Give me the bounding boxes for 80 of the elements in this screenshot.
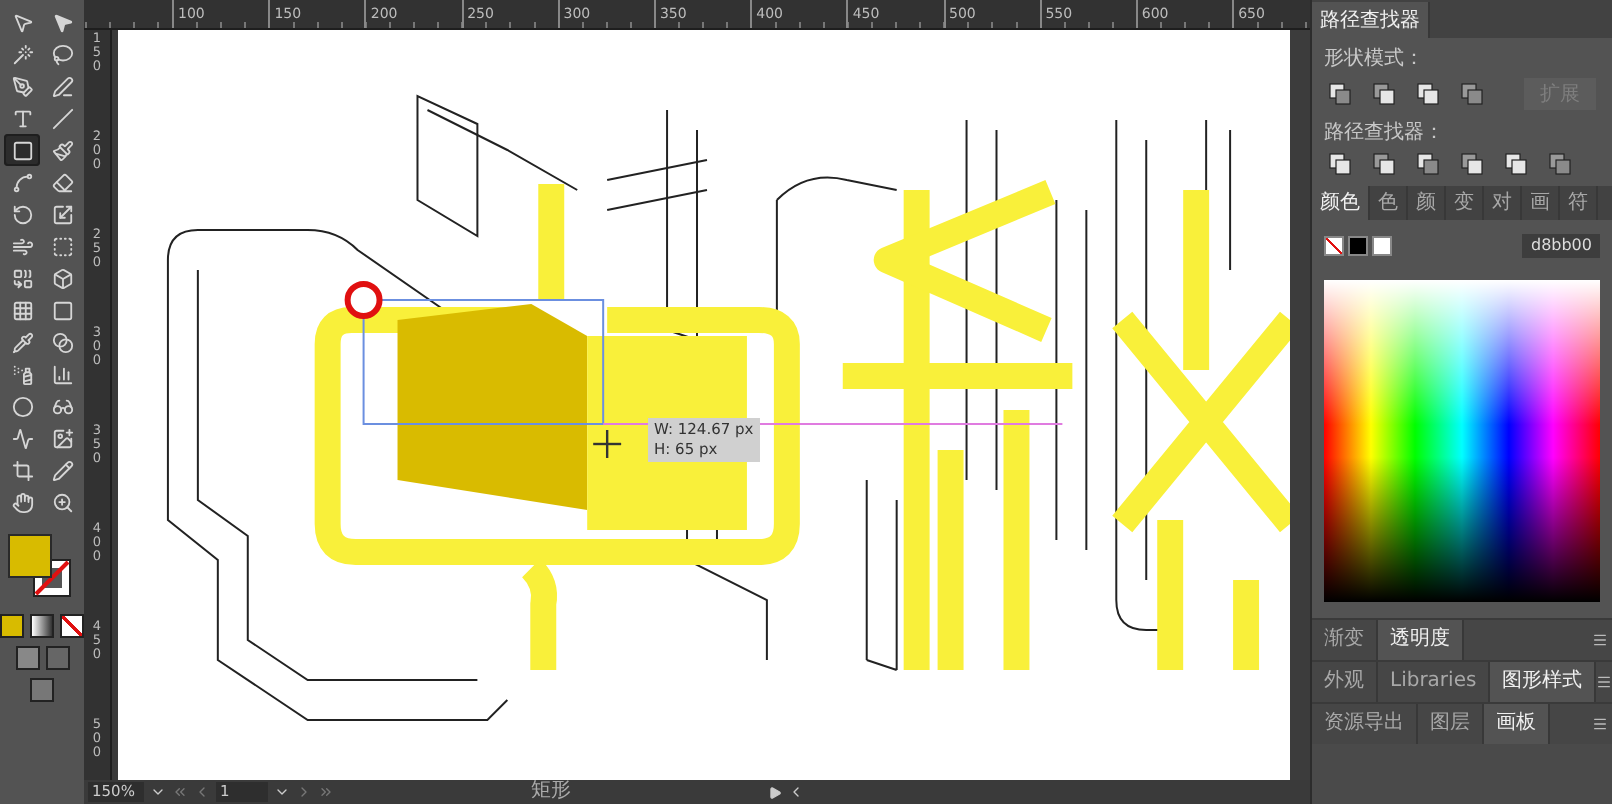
dashed-square-icon — [51, 235, 73, 257]
pathfinder-icon[interactable] — [1328, 152, 1352, 176]
pathfinder-icon[interactable] — [1372, 82, 1396, 106]
tool-button[interactable] — [4, 134, 40, 166]
panel-tab[interactable]: 色 — [1370, 186, 1408, 220]
last-icon[interactable] — [318, 784, 334, 800]
previous-icon[interactable] — [194, 784, 210, 800]
vertical-scrollbar[interactable] — [1290, 30, 1310, 780]
panel-tab[interactable]: 图形样式 — [1490, 662, 1597, 702]
pathfinder-icon[interactable] — [1328, 82, 1352, 106]
eraser-icon — [51, 171, 73, 193]
panel-tab[interactable]: 对 — [1484, 186, 1522, 220]
pathfinder-icon[interactable] — [1416, 152, 1440, 176]
first-icon[interactable] — [172, 784, 188, 800]
panel-tab[interactable]: 画 — [1522, 186, 1560, 220]
pathfinder-icon[interactable] — [1416, 82, 1440, 106]
pencil-icon — [51, 459, 73, 481]
rectangle-icon — [11, 139, 33, 161]
pathfinder-icon[interactable] — [1460, 82, 1484, 106]
dropdown-icon[interactable] — [150, 784, 166, 800]
section-label: 形状模式： — [1322, 45, 1426, 74]
play-icon[interactable] — [768, 785, 782, 799]
pathfinder-icon[interactable] — [1504, 152, 1528, 176]
panel-tab[interactable]: 透明度 — [1378, 620, 1464, 660]
hex-field[interactable]: d8bb00 — [1522, 234, 1600, 258]
cursor-ring-icon — [344, 281, 383, 319]
type-icon — [11, 107, 33, 129]
color-spectrum[interactable] — [1324, 280, 1600, 602]
screen-mode-icon[interactable] — [30, 678, 54, 702]
panel-tab[interactable]: 变 — [1446, 186, 1484, 220]
pathfinder-icon[interactable] — [1372, 152, 1396, 176]
bar-chart-icon — [51, 363, 73, 385]
panel-tab[interactable]: 颜 — [1408, 186, 1446, 220]
section-label: 路径查找器： — [1322, 119, 1446, 148]
lasso-icon — [51, 43, 73, 65]
collapse-icon[interactable] — [788, 784, 804, 800]
cube-icon — [51, 267, 73, 289]
pointer-icon — [51, 11, 73, 33]
crosshair-icon — [593, 430, 622, 458]
zoom-icon — [51, 491, 73, 513]
crop-icon — [11, 459, 33, 481]
grid-icon — [11, 299, 33, 321]
circle-icon — [11, 395, 33, 417]
combine-icon — [11, 267, 33, 289]
panel-tab[interactable]: 路径查找器 — [1312, 2, 1430, 38]
dropdown-icon[interactable] — [274, 784, 290, 800]
next-icon[interactable] — [296, 784, 312, 800]
curve-icon — [11, 171, 33, 193]
wind-icon — [11, 235, 33, 257]
image-plus-icon — [51, 427, 73, 449]
none-mode-icon[interactable] — [60, 614, 84, 638]
menu-icon[interactable] — [1596, 674, 1612, 690]
color-mode-icon[interactable] — [0, 614, 24, 638]
panel-tab[interactable]: 符 — [1560, 186, 1598, 220]
magic-wand-icon — [11, 43, 33, 65]
pen-icon — [11, 75, 33, 97]
pen-line-icon — [51, 75, 73, 97]
square-icon — [51, 299, 73, 321]
gradient-mode-icon[interactable] — [30, 614, 54, 638]
pointer-icon — [11, 11, 33, 33]
panel-tab[interactable]: 画板 — [1484, 704, 1550, 744]
none-swatch[interactable] — [1324, 236, 1344, 256]
line-icon — [51, 107, 73, 129]
scale-icon — [51, 203, 73, 225]
menu-icon[interactable] — [1592, 632, 1608, 648]
pathfinder-icon[interactable] — [1548, 152, 1572, 176]
menu-icon[interactable] — [1592, 716, 1608, 732]
blend-icon — [51, 331, 73, 353]
glasses-icon — [51, 395, 73, 417]
rotate-icon — [11, 203, 33, 225]
status-text: 矩形 — [529, 780, 573, 804]
hand-icon — [11, 491, 33, 513]
fill-swatch[interactable] — [8, 534, 52, 578]
draw-mode-icon[interactable] — [45, 646, 69, 670]
paintbrush-icon — [51, 139, 73, 161]
panel-tab[interactable]: 颜色 — [1312, 186, 1370, 220]
wave-icon — [11, 427, 33, 449]
draw-mode-icon[interactable] — [15, 646, 39, 670]
pathfinder-icon[interactable] — [1460, 152, 1484, 176]
eyedropper-icon — [11, 331, 33, 353]
